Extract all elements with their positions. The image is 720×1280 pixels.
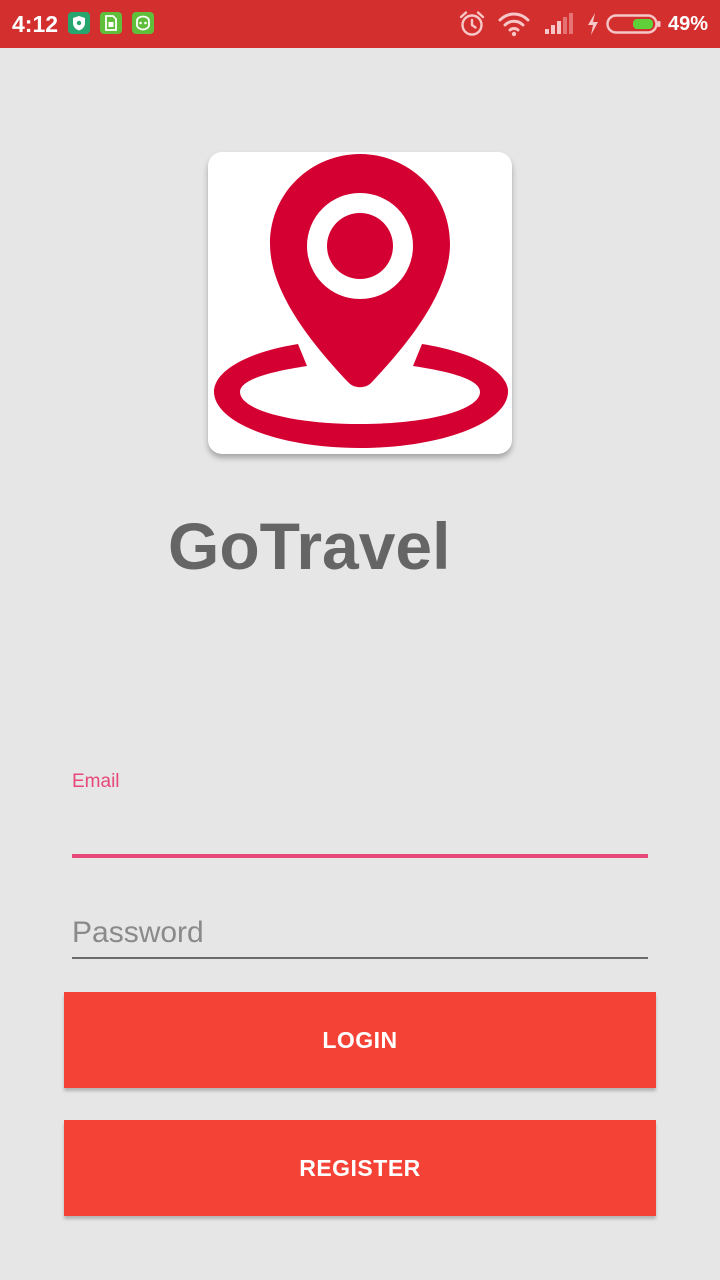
alarm-icon (458, 10, 486, 38)
location-pin-icon (213, 154, 509, 448)
android-notification-icon (132, 12, 154, 34)
battery-icon (606, 12, 662, 36)
email-field[interactable] (72, 800, 648, 854)
password-underline (72, 957, 648, 959)
shield-notification-icon (68, 12, 90, 34)
password-field[interactable] (72, 910, 648, 956)
login-button[interactable]: LOGIN (64, 992, 656, 1088)
battery-percent: 49% (667, 13, 708, 35)
cellular-signal-icon (544, 12, 574, 36)
status-time: 4:12 (12, 11, 59, 37)
email-label: Email (72, 771, 120, 792)
app-title: GoTravel (168, 509, 451, 583)
app-logo (208, 152, 512, 454)
email-underline (72, 854, 648, 858)
sim-card-notification-icon (100, 12, 122, 34)
register-button[interactable]: REGISTER (64, 1120, 656, 1216)
wifi-icon (498, 10, 530, 38)
status-bar: 4:12 49% (0, 0, 720, 48)
charging-bolt-icon (586, 12, 600, 36)
